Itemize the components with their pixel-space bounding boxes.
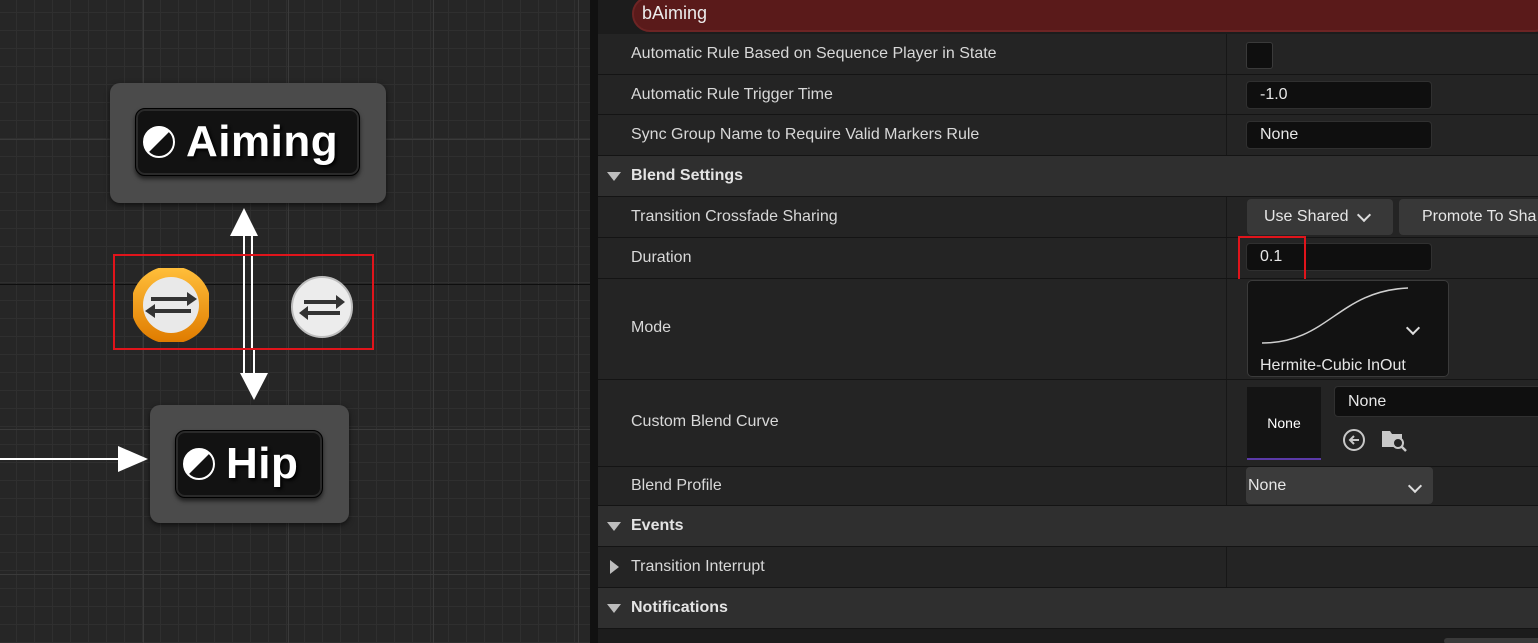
category-events[interactable]: Events (598, 506, 1538, 547)
chevron-down-icon (1407, 478, 1423, 494)
collapse-arrow-icon[interactable] (607, 172, 621, 181)
category-label: Blend Settings (631, 167, 744, 184)
row-sync-group: Sync Group Name to Require Valid Markers… (598, 115, 1538, 156)
duration-highlight-box (1238, 236, 1306, 283)
arrow-down-head (240, 373, 268, 400)
arrow-up-head (230, 208, 258, 236)
row-duration: Duration 0.1 (598, 238, 1538, 279)
mode-label: Mode (631, 319, 672, 336)
blend-profile-value: None (1248, 476, 1287, 494)
row-trigger-time: Automatic Rule Trigger Time -1.0 (598, 75, 1538, 115)
trigger-time-input[interactable]: -1.0 (1246, 81, 1432, 109)
category-notifications[interactable]: Notifications (598, 588, 1538, 629)
panel-splitter[interactable] (590, 0, 598, 643)
crossfade-value: Use Shared (1264, 208, 1349, 225)
use-selected-icon[interactable] (1342, 428, 1366, 452)
sync-group-label: Sync Group Name to Require Valid Markers… (631, 126, 980, 143)
blend-profile-label: Blend Profile (631, 477, 722, 494)
details-panel: bAiming Automatic Rule Based on Sequence… (598, 0, 1538, 643)
sync-group-input[interactable]: None (1246, 121, 1432, 149)
auto-rule-checkbox[interactable] (1246, 42, 1273, 69)
transition-rule-banner[interactable]: bAiming (632, 0, 1538, 32)
curve-asset-picker[interactable]: None (1334, 386, 1538, 417)
category-label: Notifications (631, 599, 728, 616)
collapse-arrow-icon[interactable] (607, 522, 621, 531)
mode-value: Hermite-Cubic InOut (1260, 357, 1406, 374)
promote-to-shared-button[interactable]: Promote To Sha (1399, 199, 1538, 235)
expand-arrow-icon[interactable] (610, 560, 619, 574)
row-auto-rule: Automatic Rule Based on Sequence Player … (598, 34, 1538, 75)
row-custom-blend-curve: Custom Blend Curve None None (598, 380, 1538, 467)
transition-interrupt-label: Transition Interrupt (631, 558, 765, 575)
trigger-time-label: Automatic Rule Trigger Time (631, 86, 833, 103)
curve-preview (1261, 287, 1409, 344)
promote-label: Promote To Sha (1422, 208, 1537, 225)
row-crossfade-sharing: Transition Crossfade Sharing Use Shared … (598, 197, 1538, 238)
selection-highlight-box (113, 254, 374, 350)
entry-arrow-head (118, 446, 148, 472)
curve-asset-thumbnail[interactable]: None (1247, 387, 1321, 460)
auto-rule-label: Automatic Rule Based on Sequence Player … (631, 45, 997, 62)
browse-asset-icon[interactable] (1380, 427, 1408, 453)
crossfade-label: Transition Crossfade Sharing (631, 208, 838, 225)
chevron-down-icon (1356, 207, 1371, 222)
row-transition-interrupt[interactable]: Transition Interrupt (598, 547, 1538, 588)
row-mode: Mode Hermite-Cubic InOut (598, 279, 1538, 380)
category-label: Events (631, 517, 684, 534)
custom-curve-label: Custom Blend Curve (631, 413, 779, 430)
horizontal-scrollbar[interactable] (1444, 638, 1538, 643)
mode-curve-picker[interactable]: Hermite-Cubic InOut (1247, 280, 1449, 377)
row-blend-profile: Blend Profile None (598, 467, 1538, 506)
category-blend-settings[interactable]: Blend Settings (598, 156, 1538, 197)
collapse-arrow-icon[interactable] (607, 604, 621, 613)
state-machine-graph[interactable]: Aiming Hip (0, 0, 590, 643)
duration-label: Duration (631, 249, 692, 266)
curve-thumb-text: None (1267, 415, 1301, 431)
banner-text: bAiming (642, 3, 708, 23)
crossfade-dropdown[interactable]: Use Shared (1247, 199, 1393, 235)
blend-profile-dropdown[interactable]: None (1246, 467, 1433, 504)
